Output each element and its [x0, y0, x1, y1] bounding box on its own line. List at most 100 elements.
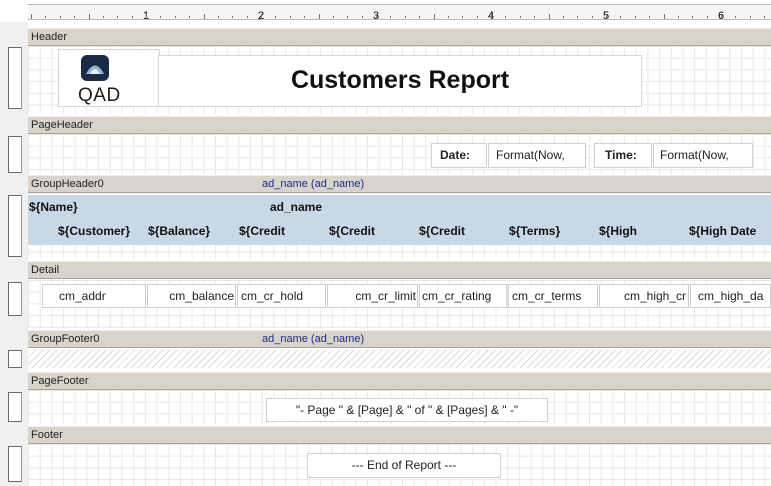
ruler-tick — [361, 16, 363, 18]
ruler-tick — [59, 16, 61, 18]
ruler-tick — [519, 16, 521, 18]
ruler-tick — [606, 14, 607, 19]
end-of-report-field[interactable]: --- End of Report --- — [307, 453, 501, 478]
ruler-tick — [505, 16, 507, 18]
time-value-field[interactable]: Format(Now, — [653, 143, 753, 168]
ruler-tick — [404, 16, 406, 18]
ruler-tick — [146, 14, 147, 19]
ruler-tick — [620, 16, 622, 18]
group-expression: ad_name (ad_name) — [262, 333, 365, 345]
ruler-tick — [189, 16, 191, 18]
logo-text: QAD — [78, 85, 121, 106]
ruler-track[interactable]: 1 2 3 4 5 6 — [28, 4, 771, 22]
detail-field[interactable]: cm_cr_terms — [508, 284, 598, 308]
page-number-field[interactable]: "- Page " & [Page] & " of " & [Pages] & … — [266, 398, 548, 422]
ruler-tick — [117, 16, 119, 18]
detail-field[interactable]: cm_cr_hold — [237, 284, 326, 308]
ruler-tick — [462, 16, 464, 18]
ruler-tick — [347, 16, 349, 18]
horizontal-ruler: 1 2 3 4 5 6 — [0, 0, 771, 22]
ruler-tick — [88, 14, 90, 19]
detail-field[interactable]: cm_cr_limit — [327, 284, 418, 308]
ruler-tick — [376, 14, 377, 19]
section-label: Header — [31, 31, 68, 43]
report-title: Customers Report — [290, 66, 510, 94]
ruler-tick — [102, 16, 104, 18]
ruler-tick — [721, 14, 722, 19]
ruler-tick — [318, 14, 320, 19]
group-header-band[interactable] — [28, 195, 771, 245]
group-expression: ad_name (ad_name) — [262, 178, 365, 190]
column-header[interactable]: ${Credit — [419, 224, 465, 238]
date-label[interactable]: Date: — [431, 143, 487, 168]
section-handle-header[interactable] — [8, 47, 22, 109]
ruler-tick — [491, 14, 492, 19]
ruler-tick — [749, 16, 751, 18]
qad-logo-icon — [81, 55, 109, 81]
ruler-tick — [31, 14, 32, 19]
detail-field[interactable]: cm_high_cr — [599, 284, 689, 308]
date-value-field[interactable]: Format(Now, — [488, 143, 586, 168]
ruler-tick — [562, 16, 564, 18]
ruler-tick — [577, 16, 579, 18]
ruler-tick — [275, 16, 277, 18]
ruler-tick — [45, 16, 47, 18]
section-handle-detail[interactable] — [8, 282, 22, 316]
section-label: Footer — [31, 429, 63, 441]
section-bar-group-header[interactable]: GroupHeader0 ad_name (ad_name) — [28, 175, 771, 193]
ruler-tick — [663, 14, 665, 19]
section-bar-group-footer[interactable]: GroupFooter0 ad_name (ad_name) — [28, 330, 771, 348]
ad-name-field[interactable]: ad_name — [270, 200, 322, 214]
ruler-tick — [534, 16, 536, 18]
section-label: GroupHeader0 — [31, 178, 104, 190]
column-header[interactable]: ${Credit — [239, 224, 285, 238]
ruler-tick — [217, 16, 219, 18]
section-handle-page-footer[interactable] — [8, 392, 22, 422]
ruler-tick — [203, 14, 205, 19]
section-handle-group-header[interactable] — [8, 195, 22, 257]
ruler-tick — [447, 16, 449, 18]
ruler-tick — [390, 16, 392, 18]
ruler-tick — [174, 16, 176, 18]
name-field[interactable]: ${Name} — [29, 200, 78, 214]
column-header[interactable]: ${Customer} — [58, 224, 130, 238]
ruler-tick — [419, 16, 421, 18]
section-label: PageFooter — [31, 375, 89, 387]
ruler-tick — [706, 16, 708, 18]
section-bar-page-header[interactable]: PageHeader — [28, 116, 771, 134]
ruler-tick — [160, 16, 162, 18]
ruler-tick — [764, 16, 766, 18]
ruler-tick — [649, 16, 651, 18]
section-handle-footer[interactable] — [8, 446, 22, 482]
group-footer-area[interactable] — [28, 350, 771, 368]
ruler-tick — [634, 16, 636, 18]
ruler-tick — [735, 16, 737, 18]
section-label: GroupFooter0 — [31, 333, 100, 345]
column-header[interactable]: ${High — [599, 224, 637, 238]
ruler-tick — [246, 16, 248, 18]
section-bar-footer[interactable]: Footer — [28, 426, 771, 444]
section-handle-page-header[interactable] — [8, 136, 22, 173]
column-header[interactable]: ${Terms} — [509, 224, 560, 238]
detail-field[interactable]: cm_addr — [42, 284, 146, 308]
ruler-tick — [332, 16, 334, 18]
section-bar-header[interactable]: Header — [28, 28, 771, 46]
column-header[interactable]: ${Credit — [329, 224, 375, 238]
ruler-tick — [131, 16, 133, 18]
column-header[interactable]: ${Balance} — [148, 224, 210, 238]
ruler-tick — [289, 16, 291, 18]
ruler-tick — [74, 16, 76, 18]
column-header[interactable]: ${High Date — [689, 224, 756, 238]
title-field[interactable]: Customers Report — [158, 55, 642, 107]
section-bar-detail[interactable]: Detail — [28, 261, 771, 279]
section-label: Detail — [31, 264, 60, 276]
ruler-tick — [692, 16, 694, 18]
detail-field[interactable]: cm_balance — [147, 284, 236, 308]
section-bar-page-footer[interactable]: PageFooter — [28, 372, 771, 390]
time-label[interactable]: Time: — [594, 143, 652, 168]
detail-field[interactable]: cm_cr_rating — [419, 284, 507, 308]
ruler-tick — [677, 16, 679, 18]
detail-field[interactable]: cm_high_da — [690, 284, 771, 308]
section-handle-group-footer[interactable] — [8, 350, 22, 368]
section-label: PageHeader — [31, 119, 93, 131]
